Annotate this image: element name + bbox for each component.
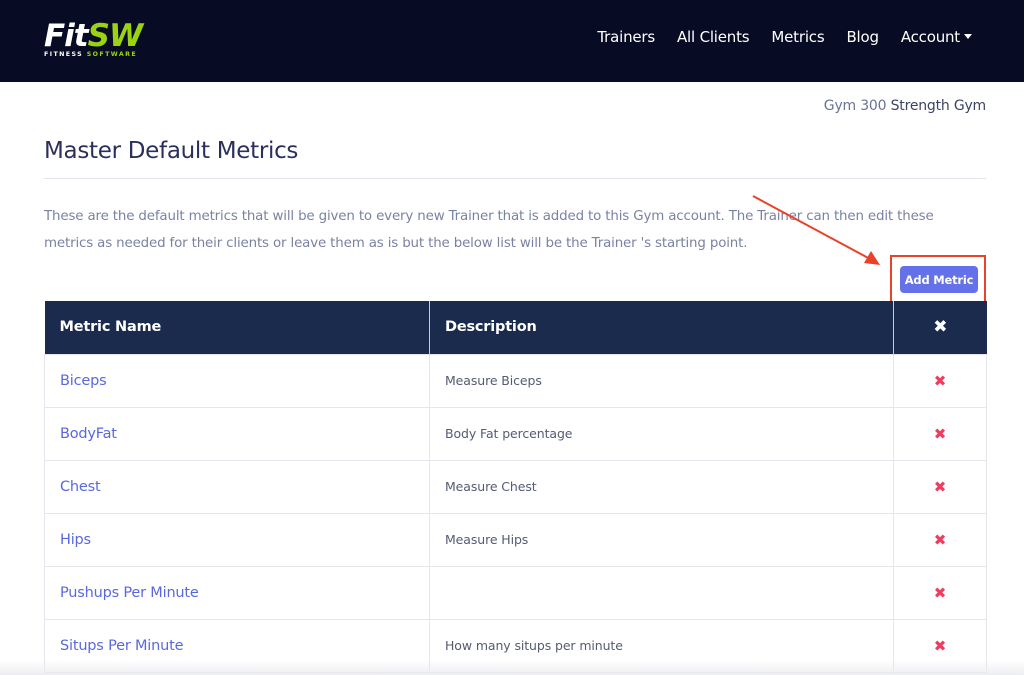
metric-name-link[interactable]: Biceps	[44, 353, 430, 408]
table-row: Pushups Per Minute ✖	[44, 565, 987, 620]
metric-description	[429, 565, 894, 620]
metric-description: Measure Biceps	[429, 353, 894, 408]
metric-description: Body Fat percentage	[429, 406, 894, 461]
logo-wordmark: FitSW	[44, 21, 160, 52]
logo-tagline-software: SOFTWARE	[86, 51, 138, 58]
nav-metrics[interactable]: Metrics	[771, 28, 824, 46]
metric-description: Measure Hips	[429, 512, 894, 567]
delete-icon[interactable]: ✖	[934, 425, 947, 443]
add-metric-button[interactable]: Add Metric	[900, 266, 978, 293]
logo-tagline-fitness: FITNESS	[44, 51, 84, 58]
logo-sw: SW	[87, 18, 144, 54]
delete-icon[interactable]: ✖	[934, 372, 947, 390]
table-header-row: Metric Name Description ✖	[44, 301, 987, 354]
navbar: FitSW FITNESS SOFTWARE Trainers All Clie…	[0, 0, 1024, 82]
table-row: Chest Measure Chest ✖	[44, 459, 987, 514]
gym-name: Strength Gym	[890, 98, 987, 114]
logo-tagline: FITNESS SOFTWARE	[44, 51, 160, 58]
bottom-fade	[0, 660, 1024, 675]
header-metric-name: Metric Name	[44, 301, 430, 354]
delete-icon[interactable]: ✖	[934, 584, 947, 602]
nav-account-label: Account	[900, 28, 960, 46]
metric-name-link[interactable]: Pushups Per Minute	[44, 565, 430, 620]
table-row: Biceps Measure Biceps ✖	[44, 353, 987, 408]
nav-trainers[interactable]: Trainers	[597, 28, 655, 46]
title-divider	[44, 178, 986, 179]
caret-down-icon	[964, 34, 972, 39]
page-title: Master Default Metrics	[44, 138, 299, 164]
delete-icon[interactable]: ✖	[934, 637, 947, 655]
metric-name-link[interactable]: Chest	[44, 459, 430, 514]
logo-fit: Fit	[44, 18, 89, 54]
gym-label: Gym 300 Strength Gym	[824, 98, 986, 114]
intro-text: These are the default metrics that will …	[44, 209, 934, 251]
nav-account-dropdown[interactable]: Account	[901, 28, 972, 46]
header-description: Description	[429, 301, 894, 354]
gym-id: Gym 300	[823, 98, 887, 114]
header-delete: ✖	[893, 301, 987, 354]
nav-blog[interactable]: Blog	[846, 28, 879, 46]
table-row: Hips Measure Hips ✖	[44, 512, 987, 567]
nav-all-clients[interactable]: All Clients	[677, 28, 750, 46]
delete-icon[interactable]: ✖	[934, 478, 947, 496]
metrics-table: Metric Name Description ✖ Biceps Measure…	[44, 301, 987, 673]
table-row: BodyFat Body Fat percentage ✖	[44, 406, 987, 461]
fitsw-logo[interactable]: FitSW FITNESS SOFTWARE	[44, 21, 160, 59]
close-icon: ✖	[933, 317, 948, 338]
metric-name-link[interactable]: BodyFat	[44, 406, 430, 461]
nav-links: Trainers All Clients Metrics Blog Accoun…	[575, 28, 972, 46]
metric-name-link[interactable]: Hips	[44, 512, 430, 567]
metric-description: Measure Chest	[429, 459, 894, 514]
delete-icon[interactable]: ✖	[934, 531, 947, 549]
